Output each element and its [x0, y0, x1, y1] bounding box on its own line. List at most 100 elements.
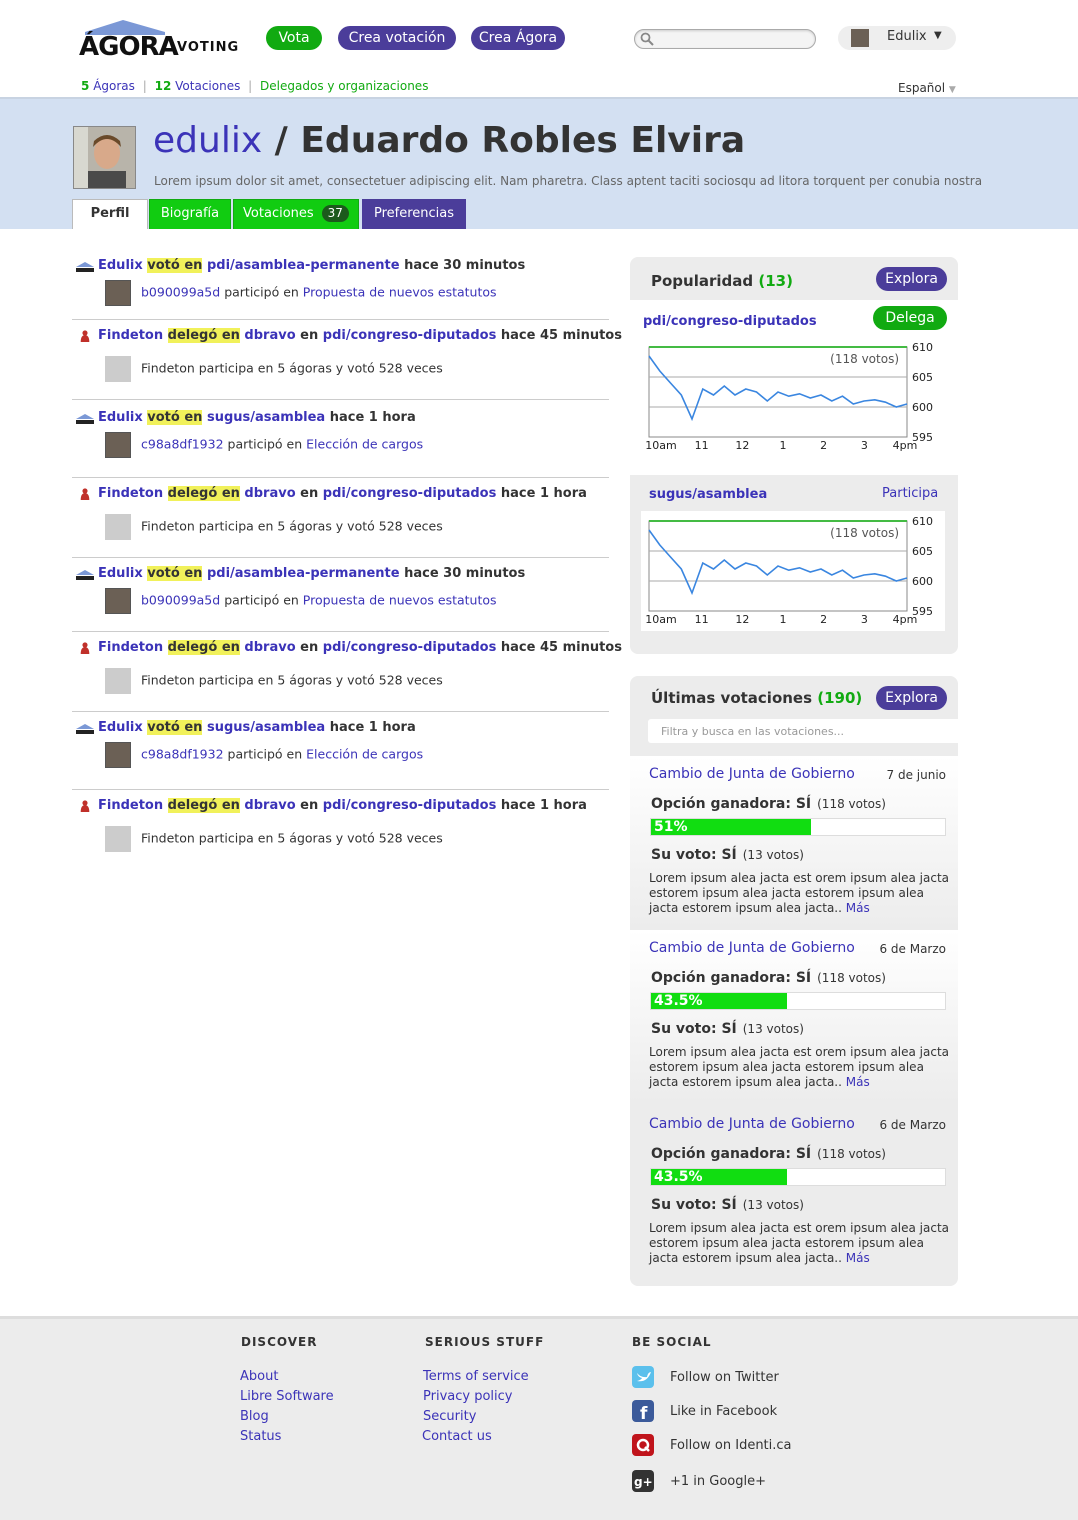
y-tick-label: 605 [912, 545, 933, 558]
feed-target-link[interactable]: pdi/congreso-diputados [323, 328, 497, 343]
google-plus-icon[interactable]: g+ [632, 1470, 654, 1492]
user-menu[interactable]: Edulix ▼ [838, 26, 956, 50]
feed-user-link[interactable]: c98a8df1932 [141, 747, 224, 762]
popular-item-link[interactable]: pdi/congreso-diputados [643, 314, 817, 329]
feed-user-link[interactable]: c98a8df1932 [141, 437, 224, 452]
feed-vote-link[interactable]: Propuesta de nuevos estatutos [303, 285, 497, 300]
facebook-icon[interactable]: f [632, 1400, 654, 1424]
votaciones-count: 12 [154, 79, 172, 93]
feed-target-link[interactable]: pdi/asamblea-permanente [207, 258, 400, 273]
vote-item: Cambio de Junta de Gobierno 7 de junio Opc… [630, 756, 958, 930]
vote-date: 6 de Marzo [879, 942, 946, 956]
feed-actor-link[interactable]: Edulix [98, 410, 143, 425]
participa-link[interactable]: Participa [882, 486, 938, 501]
agora-icon [76, 414, 94, 424]
vota-button[interactable]: Vota [266, 26, 322, 50]
feed-delegate-link[interactable]: dbravo [244, 798, 295, 813]
footer-security-link[interactable]: Security [423, 1409, 476, 1424]
popularity-chart-2: 595 600 605 610 10am 11 12 1 2 3 4pm (118 votos) [641, 511, 945, 631]
feed-user-link[interactable]: b090099a5d [141, 285, 220, 300]
more-link[interactable]: Más [846, 1075, 870, 1089]
feed-target-link[interactable]: pdi/asamblea-permanente [207, 566, 400, 581]
feed-actor-link[interactable]: Edulix [98, 720, 143, 735]
tab-votaciones[interactable]: Votaciones 37 [233, 199, 359, 229]
agoras-link[interactable]: Ágoras [93, 79, 135, 93]
feed-target-link[interactable]: pdi/congreso-diputados [323, 798, 497, 813]
vote-title-link[interactable]: Cambio de Junta de Gobierno [649, 1116, 855, 1132]
vote-item: Cambio de Junta de Gobierno 6 de Marzo Opc… [630, 930, 958, 1104]
popular-item-link[interactable]: sugus/asamblea [649, 487, 767, 502]
feed-item: Edulix votó en pdi/asamblea-permanente h… [72, 558, 609, 632]
agoras-count: 5 [81, 79, 90, 93]
footer-discover-title: DISCOVER [241, 1335, 318, 1349]
feed-item: Edulix votó en pdi/asamblea-permanente h… [72, 250, 609, 320]
tab-biografia[interactable]: Biografía [149, 199, 231, 229]
delegados-link[interactable]: Delegados y organizaciones [260, 79, 428, 93]
twitter-icon[interactable] [632, 1366, 654, 1388]
x-tick-label: 4pm [893, 613, 918, 626]
votaciones-link[interactable]: Votaciones [175, 79, 240, 93]
language-select[interactable]: Español ▼ [898, 81, 956, 95]
avatar [105, 826, 131, 852]
delega-button[interactable]: Delega [873, 306, 947, 330]
vote-title-link[interactable]: Cambio de Junta de Gobierno [649, 766, 855, 782]
feed-target-link[interactable]: pdi/congreso-diputados [323, 486, 497, 501]
more-link[interactable]: Más [846, 1251, 870, 1265]
feed-target-link[interactable]: sugus/asamblea [207, 720, 325, 735]
google-plus-link[interactable]: +1 in Google+ [670, 1474, 766, 1489]
tab-preferencias[interactable]: Preferencias [362, 199, 466, 229]
footer-about-link[interactable]: About [240, 1369, 278, 1384]
avatar [105, 432, 131, 458]
feed-delegate-link[interactable]: dbravo [244, 640, 295, 655]
follow-twitter-link[interactable]: Follow on Twitter [670, 1370, 779, 1385]
user-avatar [851, 29, 869, 47]
footer-privacy-link[interactable]: Privacy policy [423, 1389, 512, 1404]
profile-fullname: Eduardo Robles Elvira [300, 120, 746, 161]
vote-item: Cambio de Junta de Gobierno 6 de Marzo Opc… [630, 1106, 958, 1280]
crea-agora-button[interactable]: Crea Ágora [471, 26, 565, 50]
like-facebook-link[interactable]: Like in Facebook [670, 1404, 777, 1419]
feed-item: Findeton delegó en dbravo en pdi/congres… [72, 478, 609, 558]
feed-vote-link[interactable]: Elección de cargos [306, 437, 423, 452]
svg-text:f: f [640, 1404, 648, 1422]
identica-icon[interactable] [632, 1434, 654, 1456]
footer-blog-link[interactable]: Blog [240, 1409, 269, 1424]
feed-user-link[interactable]: b090099a5d [141, 593, 220, 608]
footer-terms-link[interactable]: Terms of service [423, 1369, 529, 1384]
feed-vote-link[interactable]: Propuesta de nuevos estatutos [303, 593, 497, 608]
popularity-explore-button[interactable]: Explora [876, 267, 947, 291]
feed-actor-link[interactable]: Findeton [98, 328, 163, 343]
crea-votacion-button[interactable]: Crea votación [338, 26, 456, 50]
agora-logo[interactable]: ÁGORA VOTING [79, 18, 239, 62]
more-link[interactable]: Más [846, 901, 870, 915]
x-tick-label: 3 [861, 439, 868, 452]
feed-actor-link[interactable]: Edulix [98, 258, 143, 273]
latest-explore-button[interactable]: Explora [876, 686, 947, 710]
feed-actor-link[interactable]: Edulix [98, 566, 143, 581]
profile-username[interactable]: edulix [153, 120, 262, 161]
feed-item: Findeton delegó en dbravo en pdi/congres… [72, 320, 622, 400]
feed-actor-link[interactable]: Findeton [98, 640, 163, 655]
footer-contact-link[interactable]: Contact us [422, 1429, 492, 1444]
search-icon [640, 32, 654, 46]
feed-actor-link[interactable]: Findeton [98, 486, 163, 501]
footer-status-link[interactable]: Status [240, 1429, 281, 1444]
popularity-title: Popularidad (13) [651, 272, 793, 290]
feed-delegate-link[interactable]: dbravo [244, 328, 295, 343]
feed-target-link[interactable]: sugus/asamblea [207, 410, 325, 425]
vote-title-link[interactable]: Cambio de Junta de Gobierno [649, 940, 855, 956]
search-input[interactable] [634, 29, 816, 49]
tab-perfil[interactable]: Perfil [72, 199, 148, 229]
latest-votes-title: Últimas votaciones (190) [651, 689, 863, 707]
feed-actor-link[interactable]: Findeton [98, 798, 163, 813]
feed-target-link[interactable]: pdi/congreso-diputados [323, 640, 497, 655]
x-tick-label: 4pm [893, 439, 918, 452]
footer: DISCOVER About Libre Software Blog Statu… [0, 1316, 1078, 1520]
footer-libre-software-link[interactable]: Libre Software [240, 1389, 334, 1404]
feed-item: Edulix votó en sugus/asamblea hace 1 hor… [72, 712, 609, 790]
feed-vote-link[interactable]: Elección de cargos [306, 747, 423, 762]
x-tick-label: 10am [645, 439, 676, 452]
feed-delegate-link[interactable]: dbravo [244, 486, 295, 501]
follow-identica-link[interactable]: Follow on Identi.ca [670, 1438, 792, 1453]
filter-votes-input[interactable]: Filtra y busca en las votaciones... [648, 719, 958, 743]
